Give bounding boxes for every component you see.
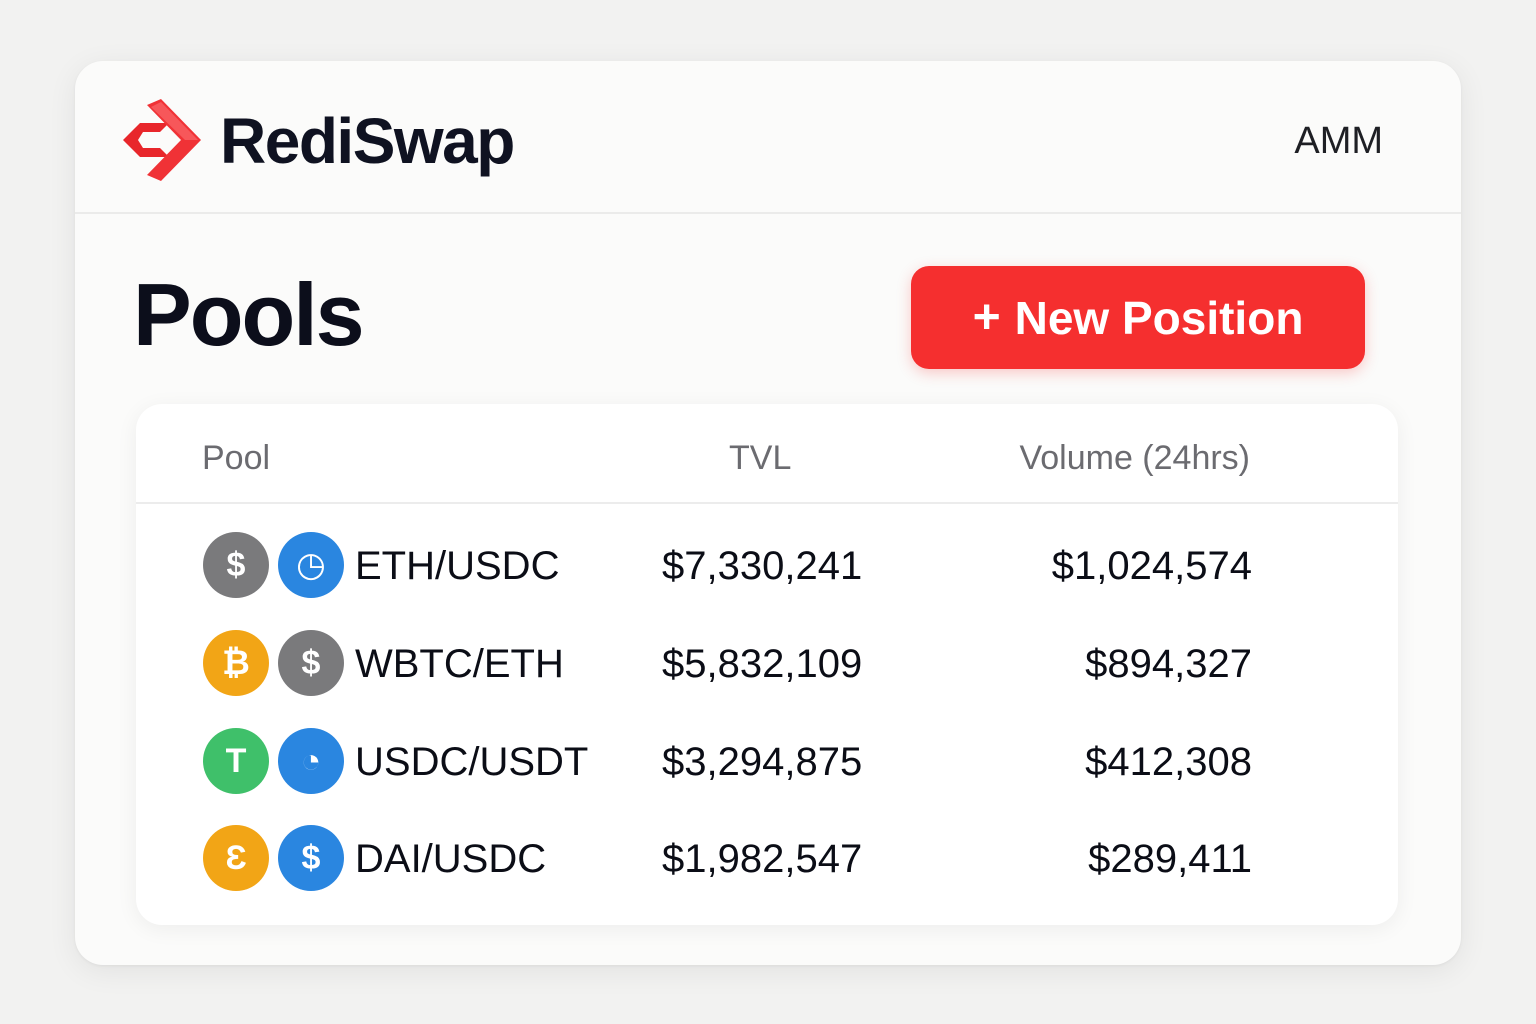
bitcoin-coin-icon: ₿	[203, 630, 269, 696]
table-row[interactable]: Ɛ $ DAI/USDC $1,982,547 $289,411	[136, 823, 1398, 893]
column-header-pool[interactable]: Pool	[202, 438, 270, 478]
column-header-volume[interactable]: Volume (24hrs)	[1019, 438, 1250, 478]
dollar-coin-icon: $	[203, 532, 269, 598]
pool-pair: WBTC/ETH	[355, 642, 564, 686]
app-header: RediSwap AMM	[75, 61, 1461, 214]
table-header: Pool TVL Volume (24hrs)	[136, 404, 1398, 504]
table-row[interactable]: ₿ $ WBTC/ETH $5,832,109 $894,327	[136, 628, 1398, 698]
pool-volume: $289,411	[1088, 837, 1252, 881]
pool-tvl: $5,832,109	[662, 642, 863, 686]
pool-tvl: $1,982,547	[662, 837, 863, 881]
swirl-coin-icon: ◷	[278, 532, 344, 598]
dollar-coin-icon: $	[278, 630, 344, 696]
pool-volume: $1,024,574	[1051, 544, 1252, 588]
pool-volume: $412,308	[1085, 740, 1252, 784]
plus-icon: +	[972, 290, 1001, 344]
tether-coin-icon: T	[203, 728, 269, 794]
brand-name[interactable]: RediSwap	[220, 105, 515, 177]
pool-volume: $894,327	[1085, 642, 1252, 686]
new-position-button[interactable]: + New Position	[911, 266, 1365, 369]
app-window: RediSwap AMM Pools + New Position Pool T…	[75, 61, 1461, 965]
new-position-label: New Position	[1014, 291, 1304, 344]
column-header-tvl[interactable]: TVL	[729, 438, 791, 478]
pool-tvl: $3,294,875	[662, 740, 863, 784]
pool-tvl: $7,330,241	[662, 544, 863, 588]
swirl-coin-icon: ◔	[278, 728, 344, 794]
page-title: Pools	[133, 265, 365, 364]
table-row[interactable]: T ◔ USDC/USDT $3,294,875 $412,308	[136, 726, 1398, 796]
table-row[interactable]: $ ◷ ETH/USDC $7,330,241 $1,024,574	[136, 530, 1398, 600]
rediswap-logo-icon	[123, 99, 201, 181]
pool-pair: DAI/USDC	[355, 837, 547, 881]
pool-pair: ETH/USDC	[355, 544, 560, 588]
pool-pair: USDC/USDT	[355, 740, 589, 784]
usdc-coin-icon: $	[278, 825, 344, 891]
dai-coin-icon: Ɛ	[203, 825, 269, 891]
pools-table: Pool TVL Volume (24hrs) $ ◷ ETH/USDC $7,…	[136, 404, 1398, 925]
amm-label[interactable]: AMM	[1294, 119, 1383, 163]
